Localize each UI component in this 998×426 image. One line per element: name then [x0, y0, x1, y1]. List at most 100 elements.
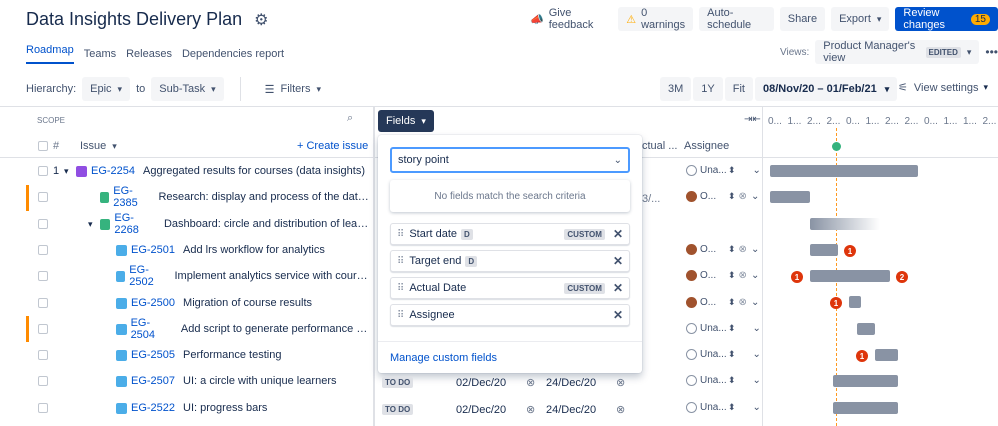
drag-handle-icon[interactable]: ⠿ [397, 256, 404, 267]
sort-icon[interactable]: ⬍ [728, 323, 736, 334]
fields-search-input[interactable]: story point ⌄ [390, 147, 630, 173]
clear-icon[interactable]: ⊗ [526, 403, 535, 416]
timeline-bar[interactable] [857, 323, 875, 335]
fields-button[interactable]: Fields ▾ [378, 110, 434, 132]
chevron-down-icon[interactable]: ▾ [64, 166, 69, 177]
timeline-bar[interactable] [810, 270, 890, 282]
sort-icon[interactable]: ⬍ [728, 244, 736, 255]
sort-icon[interactable]: ⬍ [728, 191, 736, 202]
row-checkbox[interactable] [38, 166, 48, 176]
row-checkbox[interactable] [38, 324, 48, 334]
field-item[interactable]: ⠿ Assignee ✕ [390, 304, 630, 326]
clear-icon[interactable]: ⊗ [739, 270, 747, 281]
chevron-down-icon[interactable]: ⌄ [753, 349, 761, 360]
hierarchy-to-select[interactable]: Sub-Task ▾ [151, 77, 224, 101]
gear-icon[interactable]: ⚙ [254, 10, 268, 30]
tab-teams[interactable]: Teams [84, 48, 116, 60]
collapse-icon[interactable]: ⇥⇤ [744, 114, 761, 125]
assignee-cell[interactable]: Una... ⬍ ⌄ [686, 375, 761, 386]
tab-roadmap[interactable]: Roadmap [26, 44, 74, 64]
chevron-down-icon[interactable]: ⌄ [751, 270, 759, 281]
assignee-cell[interactable]: O... ⬍ ⊗ ⌄ [686, 297, 759, 308]
issue-key[interactable]: EG-2268 [114, 212, 156, 236]
sort-icon[interactable]: ⬍ [728, 402, 736, 413]
clear-icon[interactable]: ⊗ [526, 376, 535, 389]
timeline-bar[interactable] [770, 191, 810, 203]
assignee-cell[interactable]: Una... ⬍ ⌄ [686, 323, 761, 334]
tab-dependencies-report[interactable]: Dependencies report [182, 48, 284, 60]
remove-icon[interactable]: ✕ [613, 281, 623, 295]
dependency-badge[interactable]: 1 [791, 271, 803, 283]
clear-icon[interactable]: ⊗ [739, 191, 747, 202]
assignee-cell[interactable]: Una... ⬍ ⌄ [686, 402, 761, 413]
clear-icon[interactable]: ⊗ [616, 403, 625, 416]
date-range-select[interactable]: 08/Nov/20 – 01/Feb/21 ▾ [754, 77, 898, 101]
hierarchy-from-select[interactable]: Epic ▾ [82, 77, 131, 101]
row-checkbox[interactable] [38, 192, 48, 202]
table-row[interactable]: EG-2507 UI: a circle with unique learners [26, 368, 372, 394]
row-checkbox[interactable] [38, 403, 48, 413]
issue-key[interactable]: EG-2522 [131, 402, 175, 414]
issue-key[interactable]: EG-2500 [131, 297, 175, 309]
warnings-button[interactable]: ⚠ 0 warnings [618, 7, 694, 31]
view-settings-button[interactable]: View settings [914, 82, 979, 94]
chevron-down-icon[interactable]: ⌄ [753, 402, 761, 413]
chevron-down-icon[interactable]: ⌄ [753, 165, 761, 176]
sort-icon[interactable]: ⬍ [728, 270, 736, 281]
zoom-fit-button[interactable]: Fit [724, 77, 753, 101]
tab-releases[interactable]: Releases [126, 48, 172, 60]
export-button[interactable]: Export ▾ [831, 7, 890, 31]
search-icon[interactable]: ⌕ [347, 112, 353, 125]
issue-key[interactable]: EG-2502 [129, 264, 166, 288]
table-row[interactable]: 1 ▾ EG-2254 Aggregated results for courses … [26, 158, 372, 184]
filters-button[interactable]: ☰ Filters ▾ [256, 77, 329, 101]
table-row[interactable]: EG-2501 Add lrs workflow for analytics [26, 237, 372, 263]
field-item[interactable]: ⠿ Start date D CUSTOM ✕ [390, 223, 630, 245]
sort-icon[interactable]: ⬍ [728, 297, 736, 308]
zoom-1y-button[interactable]: 1Y [693, 77, 723, 101]
assignee-cell[interactable]: O... ⬍ ⊗ ⌄ [686, 244, 759, 255]
timeline-bar[interactable] [875, 349, 898, 361]
dependency-badge[interactable]: 2 [896, 271, 908, 283]
table-row[interactable]: EG-2504 Add script to generate performanc… [26, 316, 372, 342]
row-checkbox[interactable] [38, 219, 48, 229]
review-changes-button[interactable]: Review changes 15 [895, 7, 998, 31]
remove-icon[interactable]: ✕ [613, 227, 623, 241]
row-checkbox[interactable] [38, 271, 48, 281]
chevron-down-icon[interactable]: ⌄ [753, 323, 761, 334]
clear-icon[interactable]: ⊗ [739, 244, 747, 255]
assignee-cell[interactable]: O... ⬍ ⊗ ⌄ [686, 270, 759, 281]
dependency-badge[interactable]: 1 [844, 245, 856, 257]
remove-icon[interactable]: ✕ [613, 254, 623, 268]
issue-key[interactable]: EG-2254 [91, 165, 135, 177]
assignee-cell[interactable]: Una... ⬍ ⌄ [686, 165, 761, 176]
start-date-cell[interactable]: 02/Dec/20 [456, 377, 506, 389]
chevron-down-icon[interactable]: ⌄ [751, 297, 759, 308]
remove-icon[interactable]: ✕ [613, 308, 623, 322]
assignee-cell[interactable]: O... ⬍ ⊗ ⌄ [686, 191, 759, 202]
timeline-bar[interactable] [833, 402, 898, 414]
assignee-cell[interactable]: Una... ⬍ ⌄ [686, 349, 761, 360]
issue-key[interactable]: EG-2505 [131, 349, 175, 361]
start-date-cell[interactable]: 02/Dec/20 [456, 404, 506, 416]
view-selector[interactable]: Product Manager's view EDITED ▾ [815, 40, 980, 64]
table-row[interactable]: EG-2505 Performance testing [26, 342, 372, 368]
zoom-3m-button[interactable]: 3M [660, 77, 692, 101]
create-issue-button[interactable]: + Create issue [297, 140, 368, 152]
share-button[interactable]: Share [779, 7, 826, 31]
issue-column-header[interactable]: Issue [80, 140, 106, 152]
dependency-badge[interactable]: 1 [830, 297, 842, 309]
row-checkbox[interactable] [38, 376, 48, 386]
issue-key[interactable]: EG-2501 [131, 244, 175, 256]
table-row[interactable]: EG-2385 Research: display and process of … [26, 184, 372, 210]
chevron-down-icon[interactable]: ▾ [88, 219, 93, 230]
chevron-down-icon[interactable]: ⌄ [751, 191, 759, 202]
table-row[interactable]: EG-2502 Implement analytics service with … [26, 263, 372, 289]
give-feedback-button[interactable]: 📣 Give feedback [522, 7, 613, 31]
drag-handle-icon[interactable]: ⠿ [397, 283, 404, 294]
manage-custom-fields-link[interactable]: Manage custom fields [390, 352, 497, 364]
row-checkbox[interactable] [38, 350, 48, 360]
timeline-bar[interactable] [810, 244, 838, 256]
chevron-down-icon[interactable]: ⌄ [751, 244, 759, 255]
more-icon[interactable]: ••• [985, 45, 998, 59]
